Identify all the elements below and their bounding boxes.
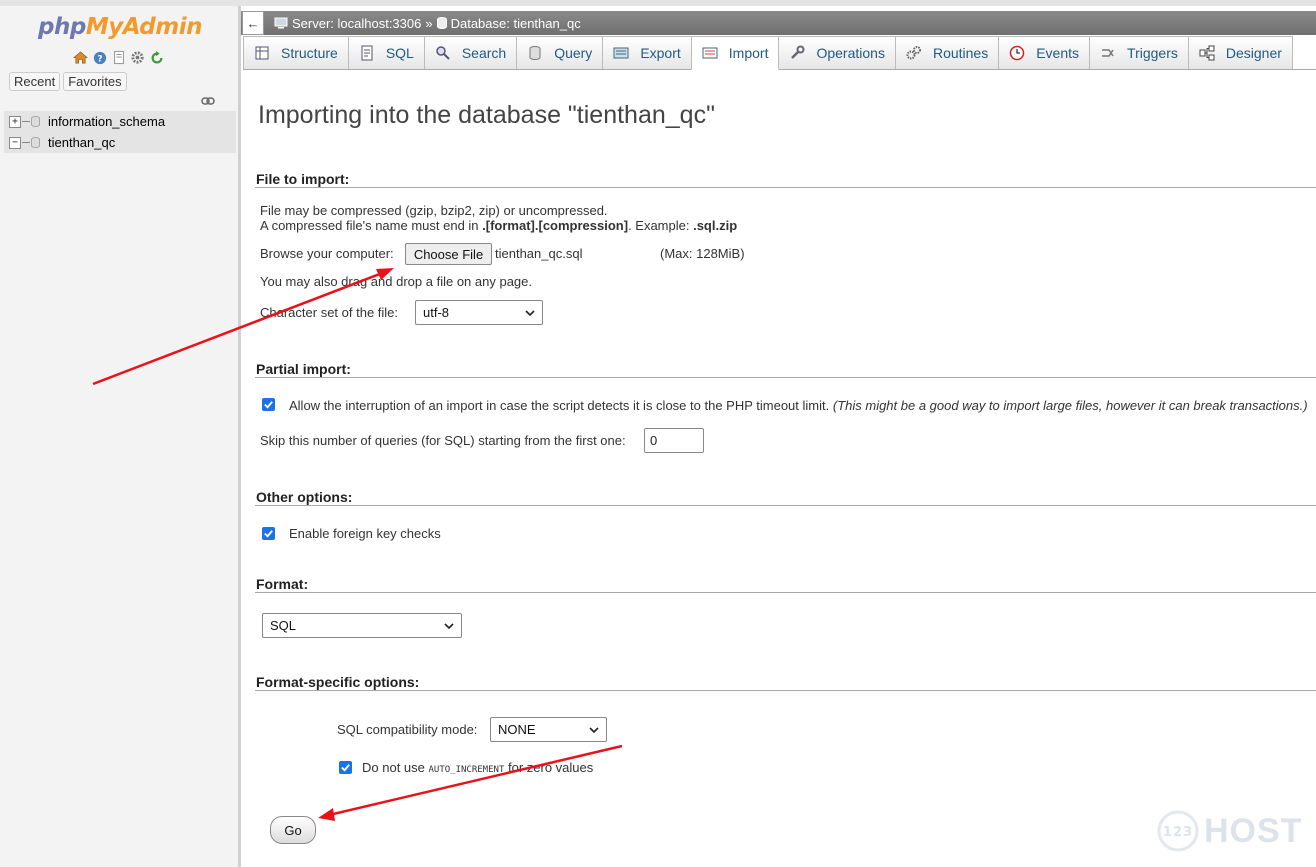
chevron-down-icon: [589, 726, 599, 733]
tab-query[interactable]: Query: [516, 36, 604, 69]
back-arrow-icon[interactable]: ←: [242, 11, 264, 35]
tree-item-tienthan-qc[interactable]: − tienthan_qc: [4, 132, 236, 153]
sql-compat-label: SQL compatibility mode:: [337, 722, 478, 737]
server-breadcrumb-bar: ← Server: localhost:3306 » Database: tie…: [241, 11, 1316, 35]
breadcrumb-separator: »: [425, 15, 433, 31]
format-select[interactable]: SQL: [262, 613, 462, 638]
foreign-key-checkbox[interactable]: [262, 527, 275, 540]
tab-operations[interactable]: Operations: [778, 36, 896, 69]
recent-favorites-tabs: Recent Favorites: [9, 72, 127, 91]
docs-icon[interactable]: [111, 50, 126, 65]
tree-item-label: information_schema: [48, 114, 166, 129]
check-icon: [341, 764, 350, 772]
help-icon[interactable]: ?: [92, 50, 107, 65]
watermark-badge-icon: 123: [1157, 810, 1199, 852]
browse-label: Browse your computer:: [260, 246, 394, 261]
compression-info: File may be compressed (gzip, bzip2, zip…: [260, 203, 608, 218]
breadcrumb: Server: localhost:3306 » Database: tient…: [274, 16, 581, 31]
tab-designer[interactable]: Designer: [1187, 36, 1293, 69]
database-icon: [31, 116, 40, 127]
server-icon: [274, 17, 288, 29]
query-icon: [527, 45, 543, 61]
database-tree: + information_schema − tienthan_qc: [4, 111, 236, 153]
sql-icon: [359, 45, 375, 61]
search-icon: [435, 45, 451, 61]
compression-filename-info: A compressed file's name must end in .[f…: [260, 218, 738, 233]
database-tabs: Structure SQL Search Query Export Import…: [243, 36, 1316, 70]
home-icon[interactable]: [73, 50, 88, 65]
svg-text:123: 123: [1163, 825, 1193, 840]
chevron-down-icon: [444, 622, 454, 629]
divider: [255, 690, 1316, 691]
partial-import-legend: Partial import:: [256, 361, 351, 377]
structure-icon: [254, 45, 270, 61]
tab-triggers[interactable]: Triggers: [1089, 36, 1189, 69]
format-specific-legend: Format-specific options:: [256, 674, 420, 690]
settings-icon[interactable]: [130, 50, 145, 65]
wrench-icon: [789, 45, 805, 61]
allow-interrupt-label: Allow the interruption of an import in c…: [289, 398, 1308, 413]
page-title: Importing into the database "tienthan_qc…: [258, 101, 715, 129]
tab-routines[interactable]: Routines: [894, 36, 1000, 69]
quick-icons: ?: [73, 50, 164, 65]
designer-icon: [1199, 45, 1215, 61]
breadcrumb-server[interactable]: Server: localhost:3306: [292, 16, 421, 31]
database-icon: [436, 17, 447, 29]
charset-select[interactable]: utf-8: [415, 300, 543, 325]
import-icon: [702, 45, 718, 61]
skip-queries-label: Skip this number of queries (for SQL) st…: [260, 433, 626, 448]
tab-structure[interactable]: Structure: [243, 36, 349, 69]
svg-text:?: ?: [97, 54, 102, 64]
allow-interrupt-checkbox[interactable]: [262, 398, 275, 411]
max-upload-size: (Max: 128MiB): [660, 246, 745, 261]
skip-queries-input[interactable]: 0: [644, 428, 704, 453]
recent-tab[interactable]: Recent: [9, 72, 61, 91]
go-button[interactable]: Go: [270, 816, 316, 844]
tree-item-label: tienthan_qc: [48, 135, 116, 150]
file-to-import-legend: File to import:: [256, 171, 350, 187]
expand-icon[interactable]: +: [9, 115, 21, 128]
tab-sql[interactable]: SQL: [347, 36, 425, 69]
check-icon: [264, 530, 273, 538]
clock-icon: [1009, 45, 1025, 61]
collapse-icon[interactable]: −: [9, 136, 21, 149]
export-icon: [613, 45, 629, 61]
check-icon: [264, 401, 273, 409]
divider: [255, 592, 1316, 593]
no-auto-increment-label: Do not use AUTO_INCREMENT for zero value…: [362, 760, 594, 775]
foreign-key-label: Enable foreign key checks: [289, 526, 441, 541]
database-icon: [31, 137, 40, 148]
choose-file-button[interactable]: Choose File: [405, 243, 492, 265]
reload-icon[interactable]: [149, 50, 164, 65]
no-auto-increment-checkbox[interactable]: [339, 761, 352, 774]
charset-label: Character set of the file:: [260, 305, 399, 320]
host-watermark: 123 HOST: [1156, 809, 1302, 853]
other-options-legend: Other options:: [256, 489, 353, 505]
tree-item-information-schema[interactable]: + information_schema: [4, 111, 236, 132]
divider: [255, 377, 1316, 378]
tab-import[interactable]: Import: [690, 36, 780, 70]
selected-file-name: tienthan_qc.sql: [495, 246, 583, 261]
chevron-down-icon: [525, 309, 535, 316]
drag-drop-hint: You may also drag and drop a file on any…: [260, 274, 532, 289]
link-with-main-panel-icon[interactable]: [201, 94, 215, 109]
divider: [255, 187, 1316, 188]
divider: [255, 505, 1316, 506]
triggers-icon: [1100, 45, 1116, 61]
tab-events[interactable]: Events: [998, 36, 1091, 69]
favorites-tab[interactable]: Favorites: [63, 72, 127, 91]
sql-compat-select[interactable]: NONE: [490, 717, 607, 742]
navigation-panel: phpMyAdmin ? Recent Favorites + informat…: [0, 6, 241, 867]
breadcrumb-database[interactable]: Database: tienthan_qc: [451, 16, 581, 31]
format-legend: Format:: [256, 576, 309, 592]
routines-icon: [906, 45, 922, 61]
phpmyadmin-logo[interactable]: phpMyAdmin: [38, 14, 202, 40]
tab-search[interactable]: Search: [423, 36, 518, 69]
tab-export[interactable]: Export: [602, 36, 692, 69]
main-panel: ← Server: localhost:3306 » Database: tie…: [241, 6, 1316, 867]
